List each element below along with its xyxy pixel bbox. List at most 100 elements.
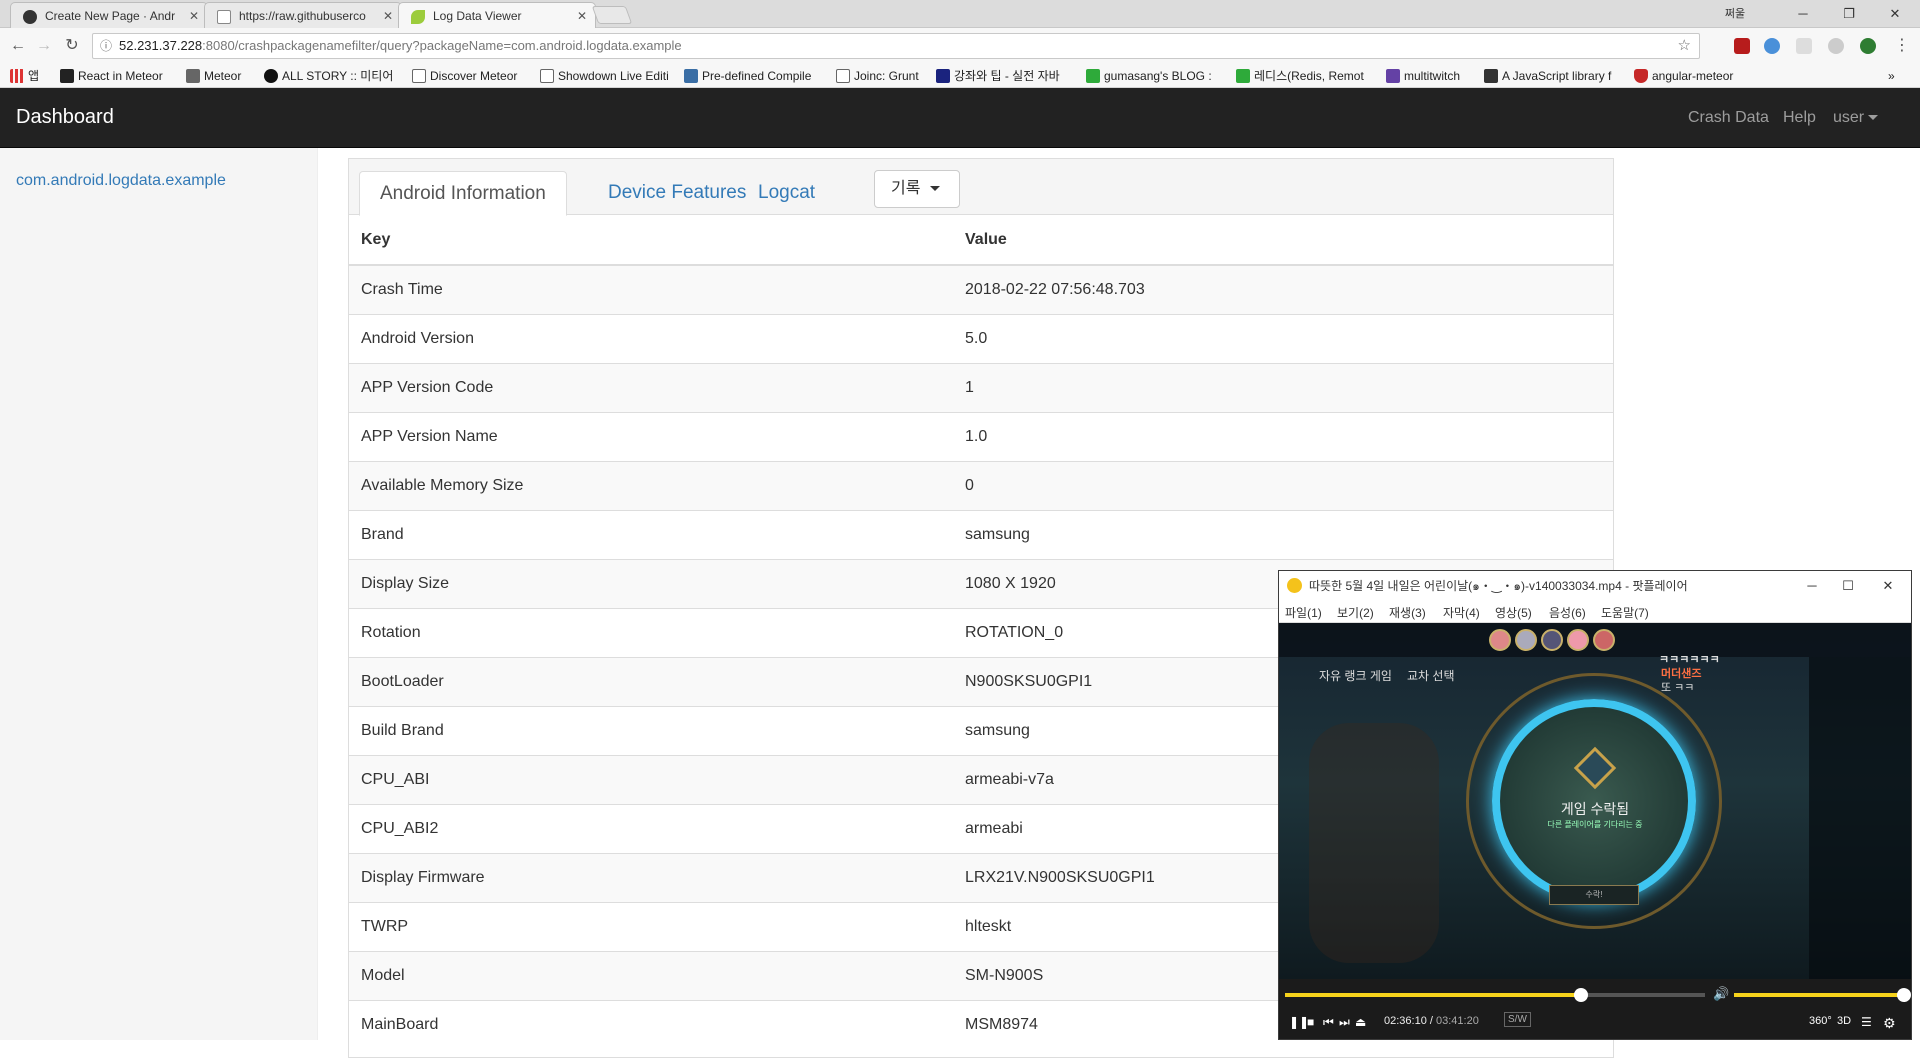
champion-select-panel (1309, 723, 1439, 963)
forward-icon[interactable]: → (32, 34, 56, 58)
bookmarks-more-button[interactable]: » (1888, 64, 1895, 88)
tab-android-information[interactable]: Android Information (359, 171, 567, 216)
maximize-button[interactable]: ☐ (1833, 571, 1863, 601)
eject-icon[interactable]: ⏏ (1355, 1015, 1366, 1029)
bookmark-item[interactable]: 레디스(Redis, Remot (1236, 64, 1364, 88)
tab-logcat[interactable]: Logcat (738, 171, 835, 216)
browser-tab-3[interactable]: Log Data Viewer ✕ (398, 2, 596, 29)
close-icon[interactable]: ✕ (383, 3, 393, 28)
bookmark-label: multitwitch (1404, 69, 1461, 83)
bookmark-item[interactable]: angular-meteor (1634, 64, 1733, 88)
bookmark-item[interactable]: Meteor (186, 64, 241, 88)
next-icon[interactable]: ⏭ (1339, 1015, 1350, 1030)
table-row: Crash Time 2018-02-22 07:56:48.703 (349, 264, 1613, 314)
close-icon[interactable]: ✕ (577, 3, 587, 29)
tab-title: https://raw.githubuserco (239, 9, 366, 23)
bookmark-label: gumasang's BLOG : (1104, 69, 1212, 83)
reload-icon[interactable]: ↻ (60, 34, 84, 58)
bookmark-item[interactable]: React in Meteor (60, 64, 163, 88)
current-time: 02:36:10 (1384, 1015, 1427, 1027)
profile-name[interactable]: 쩌울 (1712, 0, 1758, 28)
browser-tab-2[interactable]: https://raw.githubuserco ✕ (204, 2, 402, 28)
bookmark-star-icon[interactable]: ☆ (1678, 34, 1691, 58)
bookmark-item[interactable]: Discover Meteor (412, 64, 517, 88)
bookmark-item[interactable]: ALL STORY :: 미티어 (264, 64, 393, 88)
bookmark-item[interactable]: A JavaScript library f (1484, 64, 1611, 88)
close-icon[interactable]: ✕ (189, 3, 199, 28)
volume-fill (1734, 993, 1904, 997)
bookmark-item[interactable]: gumasang's BLOG : (1086, 64, 1212, 88)
minimize-button[interactable]: ─ (1780, 0, 1826, 28)
row-value: 2018-02-22 07:56:48.703 (957, 264, 1613, 314)
stop-icon[interactable]: ■ (1307, 1015, 1314, 1029)
bookmark-item[interactable]: Joinc: Grunt (836, 64, 919, 88)
row-value: 0 (957, 460, 1613, 510)
sidebar-item-package[interactable]: com.android.logdata.example (16, 172, 226, 190)
apps-icon (10, 69, 24, 83)
url-path: :8080/crashpackagenamefilter/query?packa… (202, 38, 682, 53)
meteor-icon (186, 69, 200, 83)
menu-subtitle[interactable]: 자막(4) (1443, 604, 1480, 621)
maximize-button[interactable]: ❐ (1826, 0, 1872, 28)
code-icon (936, 69, 950, 83)
extension-icon[interactable] (1828, 38, 1844, 54)
bookmark-label: 강좌와 팁 - 실전 자바 (954, 69, 1060, 83)
browser-tab-1[interactable]: Create New Page · Andr ✕ (10, 2, 208, 28)
close-window-button[interactable]: ✕ (1873, 571, 1903, 601)
3d-button[interactable]: 3D (1837, 1015, 1851, 1027)
meteor-icon (60, 69, 74, 83)
sw-decoder-badge[interactable]: S/W (1504, 1012, 1531, 1027)
brand-link[interactable]: Dashboard (16, 106, 114, 129)
bookmark-item[interactable]: Pre-defined Compile (684, 64, 811, 88)
menu-audio[interactable]: 음성(6) (1549, 604, 1586, 621)
extension-earth-icon[interactable] (1860, 38, 1876, 54)
playlist-icon[interactable]: ☰ (1861, 1015, 1872, 1029)
new-tab-button[interactable] (591, 6, 633, 24)
row-key: APP Version Name (349, 411, 957, 461)
accept-button: 수락! (1549, 885, 1639, 905)
settings-gear-icon[interactable]: ⚙ (1883, 1015, 1896, 1032)
menu-help[interactable]: 도움말(7) (1601, 604, 1649, 621)
bookmark-item[interactable]: multitwitch (1386, 64, 1460, 88)
address-bar[interactable]: ⓘ 52.231.37.228:8080/crashpackagenamefil… (92, 33, 1700, 59)
history-dropdown[interactable]: 기록 (874, 170, 960, 208)
back-icon[interactable]: ← (6, 34, 30, 58)
site-icon (684, 69, 698, 83)
minimize-button[interactable]: ─ (1797, 571, 1827, 601)
volume-slider[interactable] (1734, 988, 1911, 1002)
menu-play[interactable]: 재생(3) (1389, 604, 1426, 621)
column-header-key: Key (349, 215, 957, 266)
row-key: Available Memory Size (349, 460, 957, 510)
bookmark-apps[interactable]: 앱 (10, 64, 39, 88)
menu-icon[interactable]: ⋮ (1890, 34, 1914, 58)
page-icon (540, 69, 554, 83)
extension-globe-icon[interactable] (1764, 38, 1780, 54)
volume-icon[interactable]: 🔊 (1713, 986, 1729, 1002)
seek-handle[interactable] (1574, 988, 1589, 1002)
vr-360-button[interactable]: 360° (1809, 1015, 1832, 1027)
player-menu-bar: 파일(1) 보기(2) 재생(3) 자막(4) 영상(5) 음성(6) 도움말(… (1279, 601, 1911, 623)
row-key: Crash Time (349, 264, 957, 314)
previous-icon[interactable]: ⏮ (1323, 1015, 1334, 1030)
ublock-icon[interactable] (1734, 38, 1750, 54)
bookmark-item[interactable]: 강좌와 팁 - 실전 자바 (936, 64, 1060, 88)
menu-view[interactable]: 보기(2) (1337, 604, 1374, 621)
bookmark-item[interactable]: Showdown Live Editi (540, 64, 669, 88)
close-window-button[interactable]: ✕ (1872, 0, 1918, 28)
nav-user-dropdown[interactable]: user (1833, 109, 1879, 127)
chevron-down-icon (1868, 115, 1879, 121)
nav-help[interactable]: Help (1783, 109, 1816, 127)
browser-tab-strip: Create New Page · Andr ✕ https://raw.git… (0, 0, 1920, 29)
site-icon (1484, 69, 1498, 83)
table-row: Brand samsung (349, 509, 1613, 559)
video-frame[interactable]: ㅋㅋㅋㅋㅋㅋ 머더샌즈 또 ㅋㅋ 자유 랭크 게임 교차 선택 게임 수락됨 다… (1279, 623, 1911, 979)
menu-file[interactable]: 파일(1) (1285, 604, 1322, 621)
row-key: Android Version (349, 313, 957, 363)
menu-video[interactable]: 영상(5) (1495, 604, 1532, 621)
extension-icon[interactable] (1796, 38, 1812, 54)
volume-handle[interactable] (1897, 988, 1911, 1002)
seek-bar[interactable] (1285, 988, 1705, 1002)
nav-crash-data[interactable]: Crash Data (1688, 109, 1769, 127)
bookmark-label: Meteor (204, 69, 242, 83)
video-player-window: 따뜻한 5월 4일 내일은 어린이날(๑・‿・๑)-v140033034.mp4… (1278, 570, 1912, 1040)
